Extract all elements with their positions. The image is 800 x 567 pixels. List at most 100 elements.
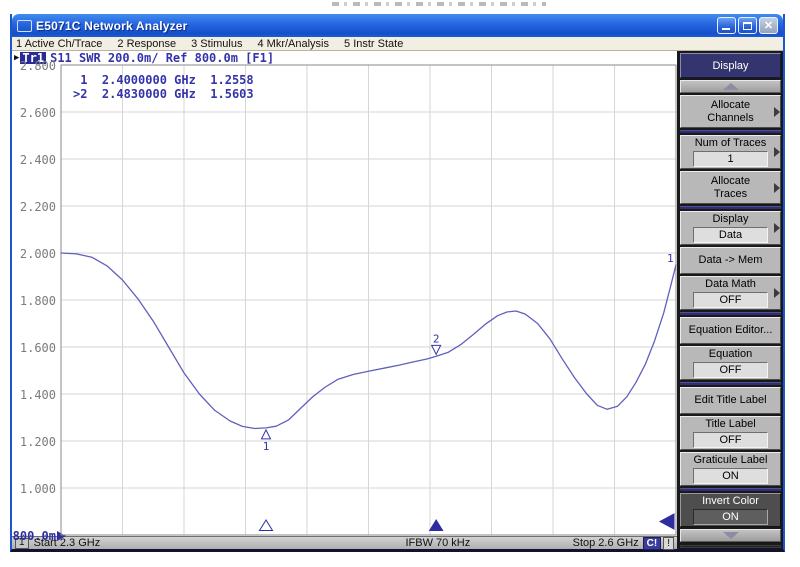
graticule-canvas: 1 1 2 [60, 64, 677, 536]
softkey-invert-color[interactable]: Invert ColorON [680, 493, 781, 527]
softkey-group-divider [680, 206, 781, 209]
softkey-value: Data [693, 227, 768, 243]
softkey-label: Allocate [711, 99, 750, 112]
softkey-allocate-channels[interactable]: AllocateChannels [680, 95, 781, 128]
softkey-equation[interactable]: EquationOFF [680, 346, 781, 380]
app-window: E5071C Network Analyzer ✕ 1 Active Ch/Tr… [10, 14, 785, 552]
trace-status-line[interactable]: ▶ Tr1 S11 SWR 200.0m/ Ref 800.0m [F1] [12, 51, 677, 64]
close-button[interactable]: ✕ [759, 17, 778, 34]
y-axis-tick-label: 2.600 [20, 106, 56, 120]
y-axis-tick-label: 2.000 [20, 247, 56, 261]
softkey-label: Traces [714, 188, 747, 201]
softkey-label: Invert Color [702, 495, 759, 508]
softkey-label: Channels [707, 112, 753, 125]
minimize-button[interactable] [717, 17, 736, 34]
softkey-menu-title: Display [680, 53, 781, 78]
softkey-menu: DisplayAllocateChannelsNum of Traces1All… [677, 51, 783, 549]
softkey-edit-title-label[interactable]: Edit Title Label [680, 387, 781, 414]
submenu-arrow-icon [774, 223, 780, 233]
y-axis-tick-label: 1.000 [20, 482, 56, 496]
maximize-icon [743, 22, 752, 30]
softkey-label: Data -> Mem [699, 254, 763, 267]
softkey-allocate-traces[interactable]: AllocateTraces [680, 171, 781, 204]
minimize-icon [722, 28, 730, 30]
softkey-group-divider [680, 130, 781, 133]
y-axis-tick-label: 1.600 [20, 341, 56, 355]
status-bar: 1 Start 2.3 GHz IFBW 70 kHz Stop 2.6 GHz… [12, 536, 677, 549]
softkey-group-divider [680, 382, 781, 385]
warning-badge: ! [663, 537, 674, 550]
marker-stimulus-indicator[interactable] [260, 520, 273, 531]
softkey-label: Num of Traces [695, 137, 767, 150]
softkey-group-divider [680, 312, 781, 315]
trace-format-text: S11 SWR 200.0m/ Ref 800.0m [F1] [50, 51, 274, 65]
marker-readout: 1 2.4000000 GHz 1.2558 >2 2.4830000 GHz … [73, 73, 254, 101]
softkey-label: Allocate [711, 175, 750, 188]
softkey-label: Graticule Label [694, 454, 768, 467]
marker-1[interactable]: 1 [262, 430, 271, 453]
marker-number: 1 [263, 440, 270, 453]
softkey-value: OFF [693, 362, 768, 378]
calibration-status-badge: C! [643, 537, 662, 550]
title-bar[interactable]: E5071C Network Analyzer ✕ [12, 14, 783, 37]
softkey-display[interactable]: DisplayData [680, 211, 781, 245]
softkey-scroll-down-button[interactable] [680, 529, 781, 542]
active-trace-pointer-icon: ▶ [14, 53, 19, 63]
softkey-label: Equation Editor... [689, 324, 773, 337]
y-axis-tick-label: 2.200 [20, 200, 56, 214]
window-title: E5071C Network Analyzer [36, 19, 717, 33]
y-axis-tick-label: 1.800 [20, 294, 56, 308]
softkey-value: ON [693, 468, 768, 484]
softkey-value: OFF [693, 292, 768, 308]
screen: E5071C Network Analyzer ✕ 1 Active Ch/Tr… [0, 0, 800, 567]
main-area: ▶ Tr1 S11 SWR 200.0m/ Ref 800.0m [F1] 2.… [12, 51, 677, 549]
down-arrow-icon [723, 532, 739, 539]
close-icon: ✕ [760, 19, 777, 32]
submenu-arrow-icon [774, 107, 780, 117]
softkey-data-math[interactable]: Data MathOFF [680, 276, 781, 310]
softkey-group-divider [680, 488, 781, 491]
softkey-title-label[interactable]: Title LabelOFF [680, 416, 781, 450]
softkey-value: OFF [693, 432, 768, 448]
menu-item-1[interactable]: 1 Active Ch/Trace [16, 38, 102, 50]
y-axis-tick-label: 1.400 [20, 388, 56, 402]
sweep-position-indicator-icon [660, 514, 674, 529]
marker-triangle-icon [432, 345, 441, 354]
cropped-text-remnant [332, 2, 546, 6]
chart-area[interactable]: 1 2.4000000 GHz 1.2558 >2 2.4830000 GHz … [60, 64, 677, 536]
menu-item-4[interactable]: 4 Mkr/Analysis [257, 38, 329, 50]
menu-item-2[interactable]: 2 Response [117, 38, 176, 50]
softkey-num-of-traces[interactable]: Num of Traces1 [680, 135, 781, 169]
softkey-label: Data Math [705, 278, 756, 291]
marker-2[interactable]: 2 [432, 332, 441, 354]
marker-stimulus-indicator[interactable] [430, 520, 443, 531]
softkey-label: Edit Title Label [694, 394, 766, 407]
softkey-label: Title Label [705, 418, 755, 431]
softkey-graticule-label[interactable]: Graticule LabelON [680, 452, 781, 486]
marker-triangle-icon [262, 430, 271, 439]
menu-item-3[interactable]: 3 Stimulus [191, 38, 242, 50]
menu-bar: 1 Active Ch/Trace 2 Response 3 Stimulus 4 M… [12, 37, 783, 51]
ifbw-value: IFBW 70 kHz [303, 537, 573, 549]
softkey-scroll-up-button[interactable] [680, 80, 781, 93]
start-frequency: Start 2.3 GHz [34, 537, 304, 549]
maximize-button[interactable] [738, 17, 757, 34]
softkey-equation-editor[interactable]: Equation Editor... [680, 317, 781, 344]
menu-item-5[interactable]: 5 Instr State [344, 38, 403, 50]
softkey-label: Equation [709, 348, 752, 361]
softkey-label: Display [712, 213, 748, 226]
y-axis-tick-label: 2.400 [20, 153, 56, 167]
marker-number: 2 [433, 332, 440, 345]
softkey-value: 1 [693, 151, 768, 167]
ref-level-label: 800.0m [13, 529, 56, 543]
trace-number-label: 1 [667, 252, 674, 265]
app-icon [17, 20, 32, 32]
softkey-data-mem[interactable]: Data -> Mem [680, 247, 781, 274]
softkey-empty-area [680, 545, 781, 548]
y-axis-tick-label: 1.200 [20, 435, 56, 449]
submenu-arrow-icon [774, 147, 780, 157]
softkey-value: ON [693, 509, 768, 525]
submenu-arrow-icon [774, 183, 780, 193]
submenu-arrow-icon [774, 288, 780, 298]
y-axis-labels: 2.8002.6002.4002.2002.0001.8001.6001.400… [12, 64, 60, 536]
